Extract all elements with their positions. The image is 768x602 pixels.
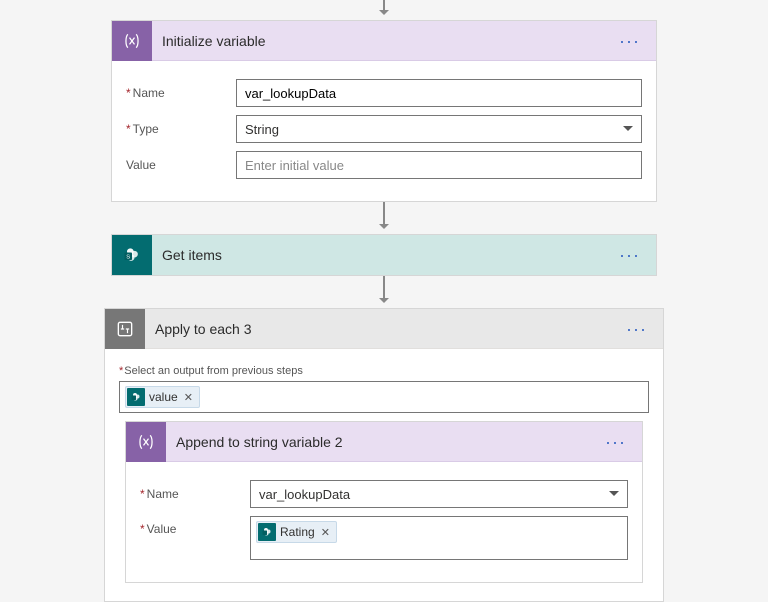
step-title: Append to string variable 2: [166, 434, 601, 450]
step-apply-to-each: Apply to each 3 ··· Select an output fro…: [104, 308, 664, 602]
sharepoint-icon: [127, 388, 145, 406]
step-title: Initialize variable: [152, 33, 615, 49]
name-label: Name: [126, 86, 236, 100]
name-select[interactable]: var_lookupData: [250, 480, 628, 508]
name-label: Name: [140, 487, 250, 501]
token-remove-button[interactable]: ✕: [182, 391, 195, 404]
step-header[interactable]: S Get items ···: [112, 235, 656, 275]
select-output-label: Select an output from previous steps: [119, 365, 649, 377]
type-select[interactable]: String: [236, 115, 642, 143]
value-input[interactable]: [236, 151, 642, 179]
value-input[interactable]: Rating ✕: [250, 516, 628, 560]
more-menu-button[interactable]: ···: [622, 320, 651, 338]
flow-arrow: [383, 276, 385, 308]
variable-icon: [112, 21, 152, 61]
token-label: Rating: [280, 525, 315, 539]
sharepoint-icon: S: [112, 235, 152, 275]
step-title: Apply to each 3: [145, 321, 622, 337]
step-header[interactable]: Append to string variable 2 ···: [126, 422, 642, 462]
step-get-items: S Get items ···: [111, 234, 657, 276]
loop-icon: [105, 309, 145, 349]
step-append-string-variable: Append to string variable 2 ··· Name var…: [125, 421, 643, 583]
svg-text:S: S: [126, 254, 130, 260]
select-output-input[interactable]: value ✕: [119, 381, 649, 413]
more-menu-button[interactable]: ···: [615, 246, 644, 264]
flow-arrow: [383, 0, 385, 20]
variable-icon: [126, 422, 166, 462]
value-label: Value: [140, 516, 250, 536]
sharepoint-icon: [258, 523, 276, 541]
type-label: Type: [126, 122, 236, 136]
name-input[interactable]: [236, 79, 642, 107]
step-header[interactable]: Initialize variable ···: [112, 21, 656, 61]
dynamic-token-rating[interactable]: Rating ✕: [256, 521, 337, 543]
more-menu-button[interactable]: ···: [601, 433, 630, 451]
value-label: Value: [126, 158, 236, 172]
chevron-down-icon: [609, 491, 619, 501]
token-label: value: [149, 390, 178, 404]
more-menu-button[interactable]: ···: [615, 32, 644, 50]
chevron-down-icon: [623, 126, 633, 136]
token-remove-button[interactable]: ✕: [319, 526, 332, 539]
step-header[interactable]: Apply to each 3 ···: [105, 309, 663, 349]
step-title: Get items: [152, 247, 615, 263]
flow-arrow: [383, 202, 385, 234]
step-initialize-variable: Initialize variable ··· Name Type String: [111, 20, 657, 202]
type-select-value: String: [245, 122, 279, 137]
dynamic-token-value[interactable]: value ✕: [125, 386, 200, 408]
name-select-value: var_lookupData: [259, 487, 350, 502]
